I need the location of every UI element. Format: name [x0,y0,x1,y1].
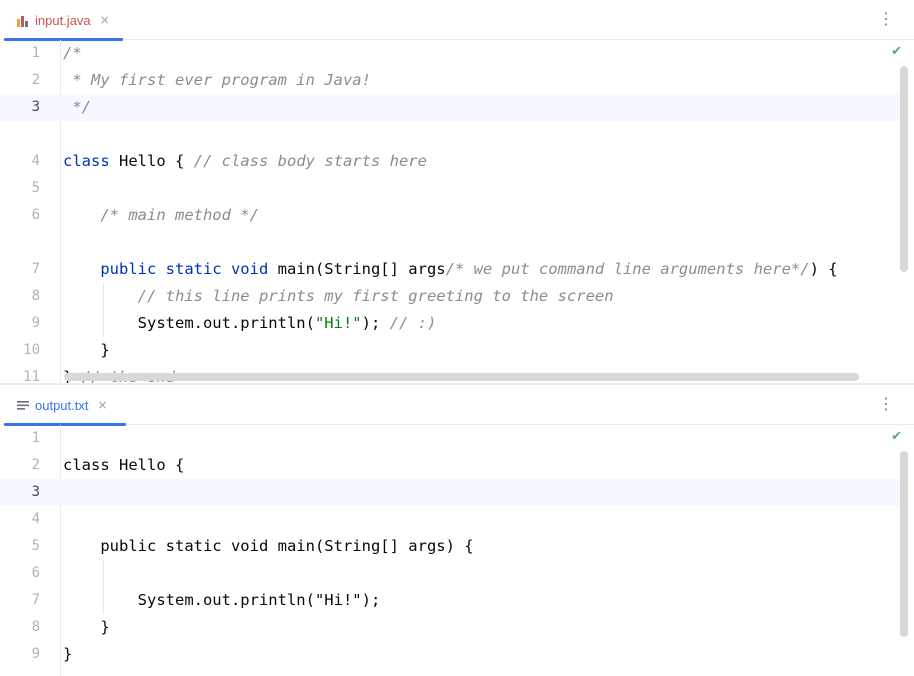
line-number: 7 [31,592,40,608]
line-code: /* main method */ [63,202,259,229]
line-code: // this line prints my first greeting to… [63,283,614,310]
code-token: /* we put command line arguments here*/ [445,260,810,278]
line-code: } [63,641,72,668]
code-line[interactable]: 7 public static void main(String[] args/… [0,256,900,283]
horizontal-scrollbar[interactable] [64,373,859,381]
code-token: ); [361,314,390,332]
tab-bar: output.txt × ⋮ [0,385,914,426]
no-problems-check-icon[interactable]: ✔ [891,429,902,444]
line-number: 5 [31,538,40,554]
line-code: } [63,337,110,364]
line-code: System.out.println("Hi!"); [63,587,381,614]
line-code: public static void main(String[] args) { [63,533,474,560]
line-code: class Hello { [63,452,184,479]
code-token: /* [63,44,82,62]
line-number: 9 [31,646,40,662]
line-code: * My first ever program in Java! [63,67,371,94]
line-number: 1 [31,430,40,446]
code-token: // this line prints my first greeting to… [137,287,614,305]
line-number: 9 [31,315,40,331]
line-number: 5 [31,180,40,196]
code-line[interactable]: 5 [0,175,900,202]
code-token: } [63,645,73,663]
code-token: ) { [809,260,838,278]
line-number: 1 [31,45,40,61]
line-number: 3 [31,484,40,500]
code-line[interactable]: 4 [0,506,900,533]
text-file-icon [16,398,30,412]
tab-bar: input.java × ⋮ [0,0,914,41]
code-token: } [63,341,110,359]
line-number: 8 [31,619,40,635]
code-line[interactable]: 8 } [0,614,900,641]
vertical-scrollbar[interactable] [900,66,908,272]
code-line[interactable]: 5 public static void main(String[] args)… [0,533,900,560]
code-token: // class body starts here [193,152,427,170]
code-token: System.out.println( [63,314,315,332]
no-problems-check-icon[interactable]: ✔ [891,44,902,59]
code-line[interactable]: 7 System.out.println("Hi!"); [0,587,900,614]
code-line[interactable]: 2 class Hello { [0,452,900,479]
code-line[interactable]: 8 // this line prints my first greeting … [0,283,900,310]
code-token: Hello { [109,152,194,170]
line-number: 11 [23,369,40,384]
code-line[interactable]: 9} [0,641,900,668]
code-token: "Hi!" [314,314,362,332]
close-icon[interactable]: × [100,13,110,27]
line-code: System.out.println("Hi!"); // :) [63,310,437,337]
more-options-icon[interactable]: ⋮ [878,11,894,27]
code-token: System.out.println("Hi!"); [63,591,381,609]
line-code: public static void main(String[] args/* … [63,256,838,283]
more-options-icon[interactable]: ⋮ [878,396,894,412]
line-number: 6 [31,207,40,223]
code-token: * My first ever program in Java! [63,71,371,89]
code-line[interactable]: 2 * My first ever program in Java! [0,67,900,94]
code-token: // :) [389,314,437,332]
code-line[interactable]: 1 /* [0,40,900,67]
tab-label: output.txt [35,397,89,413]
code-token: class Hello { [63,456,185,474]
line-code: */ [63,94,91,121]
code-token: class [63,152,110,170]
code-token: } [63,618,110,636]
code-token: main(String[] args [268,260,446,278]
tab-input-java[interactable]: input.java × [0,0,123,41]
code-line[interactable]: 3 [0,479,900,506]
java-file-icon [16,13,30,27]
input-java-editor-pane[interactable]: input.java × ⋮ 1 /* 2 * My first ever prog… [0,0,914,384]
indent-guide [103,560,104,614]
line-number: 2 [31,457,40,473]
close-icon[interactable]: × [97,398,107,412]
line-number: 10 [23,342,40,358]
tab-label: input.java [35,12,91,28]
code-line[interactable]: 6 [0,560,900,587]
tab-output-txt[interactable]: output.txt × [0,385,126,426]
line-number: 8 [31,288,40,304]
code-line[interactable]: 4 class Hello { // class body starts here [0,148,900,175]
line-code: } [63,614,110,641]
code-token: /* main method */ [100,206,259,224]
code-token: public static void [100,260,269,278]
vertical-scrollbar[interactable] [900,451,908,637]
code-line[interactable]: 10 } [0,337,900,364]
indent-guide [103,283,104,337]
line-number: 4 [31,511,40,527]
code-token: public static void main(String[] args) { [63,537,474,555]
code-line[interactable]: 3 */ [0,94,900,121]
line-code: /* [63,40,82,67]
code-line[interactable]: 1 [0,425,900,452]
line-number: 6 [31,565,40,581]
line-code: class Hello { // class body starts here [63,148,427,175]
code-line[interactable]: 6 /* main method */ [0,202,900,229]
line-number: 4 [31,153,40,169]
line-number: 7 [31,261,40,277]
line-number: 3 [31,99,40,115]
code-line[interactable]: 9 System.out.println("Hi!"); // :) [0,310,900,337]
code-token: */ [63,98,91,116]
line-number: 2 [31,72,40,88]
output-txt-editor-pane[interactable]: output.txt × ⋮ 1 2 class Hello { 3 4 5 public… [0,385,914,676]
